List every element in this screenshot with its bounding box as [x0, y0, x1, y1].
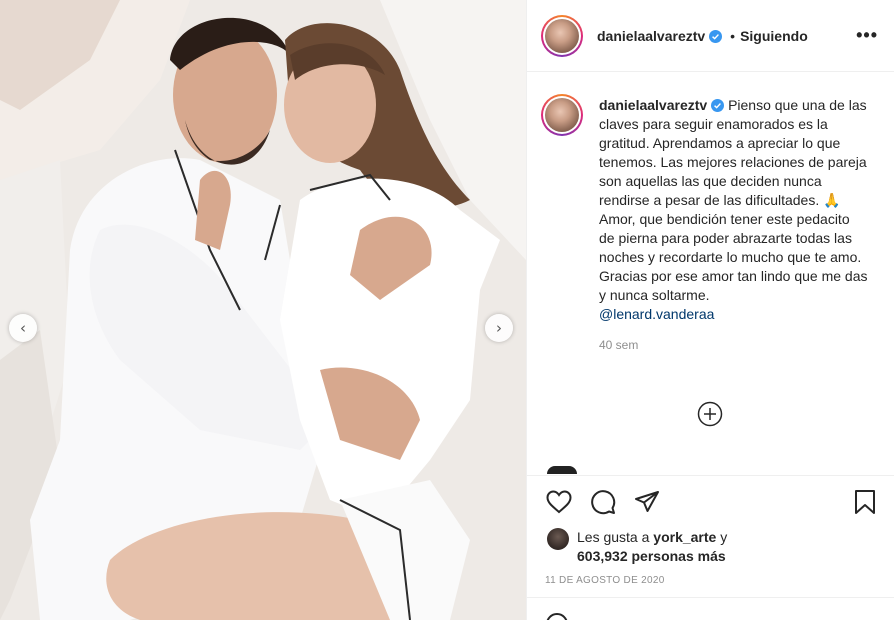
avatar[interactable] [541, 14, 583, 57]
comment-button[interactable] [589, 488, 617, 516]
following-button[interactable]: Siguiendo [740, 28, 808, 44]
caption-section: danielaalvareztv Pienso que una de las c… [527, 72, 894, 474]
caption-text: danielaalvareztv Pienso que una de las c… [599, 96, 869, 324]
share-button[interactable] [633, 488, 661, 516]
add-comment-bar [527, 597, 894, 620]
avatar-image [545, 18, 579, 53]
liker-avatar[interactable] [547, 528, 569, 550]
instagram-post: ‹ › danielaalvareztv • Siguiendo ••• dan… [0, 0, 894, 620]
comment-avatar-partial [547, 466, 577, 474]
post-actions: Les gusta a york_arte y 603,932 personas… [527, 475, 894, 586]
heart-icon [546, 490, 572, 514]
save-button[interactable] [851, 488, 879, 516]
verified-badge-icon [709, 29, 723, 43]
post-time-ago[interactable]: 40 sem [599, 338, 878, 352]
likes-suffix: personas más [631, 548, 726, 564]
verified-badge-icon [711, 99, 725, 112]
likes-count-link[interactable]: 603,932 personas más [577, 548, 726, 564]
post-photo[interactable]: ‹ › [0, 0, 526, 620]
like-button[interactable] [545, 488, 573, 516]
post-header: danielaalvareztv • Siguiendo ••• [527, 0, 894, 72]
emoji-icon[interactable] [545, 610, 569, 620]
couple-photo-illustration [0, 0, 526, 620]
chevron-left-icon: ‹ [20, 318, 26, 337]
chevron-right-icon: › [496, 318, 502, 337]
caption-username[interactable]: danielaalvareztv [599, 97, 725, 113]
likes-joiner: y [720, 529, 728, 545]
mention-link[interactable]: @lenard.vanderaa [599, 305, 869, 324]
likes-summary: Les gusta a york_arte y 603,932 personas… [527, 528, 894, 566]
username-text: danielaalvareztv [597, 27, 706, 44]
share-icon [635, 491, 659, 512]
username-link[interactable]: danielaalvareztv [597, 27, 723, 44]
carousel-next-button[interactable]: › [485, 314, 513, 342]
separator-dot: • [730, 27, 736, 44]
caption-avatar[interactable] [541, 94, 583, 136]
post-date[interactable]: 11 DE AGOSTO DE 2020 [527, 566, 894, 586]
likes-prefix: Les gusta a [577, 529, 650, 545]
more-options-icon[interactable]: ••• [856, 25, 878, 46]
carousel-prev-button[interactable]: ‹ [9, 314, 37, 342]
likes-count: 603,932 [577, 548, 628, 564]
caption-body: Pienso que una de las claves para seguir… [599, 97, 872, 303]
plus-circle-icon[interactable] [697, 401, 723, 427]
action-icons-row [527, 476, 894, 528]
comment-icon [591, 490, 616, 515]
liker-username[interactable]: york_arte [653, 529, 716, 545]
bookmark-icon [855, 490, 875, 514]
post-details-panel: danielaalvareztv • Siguiendo ••• daniela… [526, 0, 894, 620]
